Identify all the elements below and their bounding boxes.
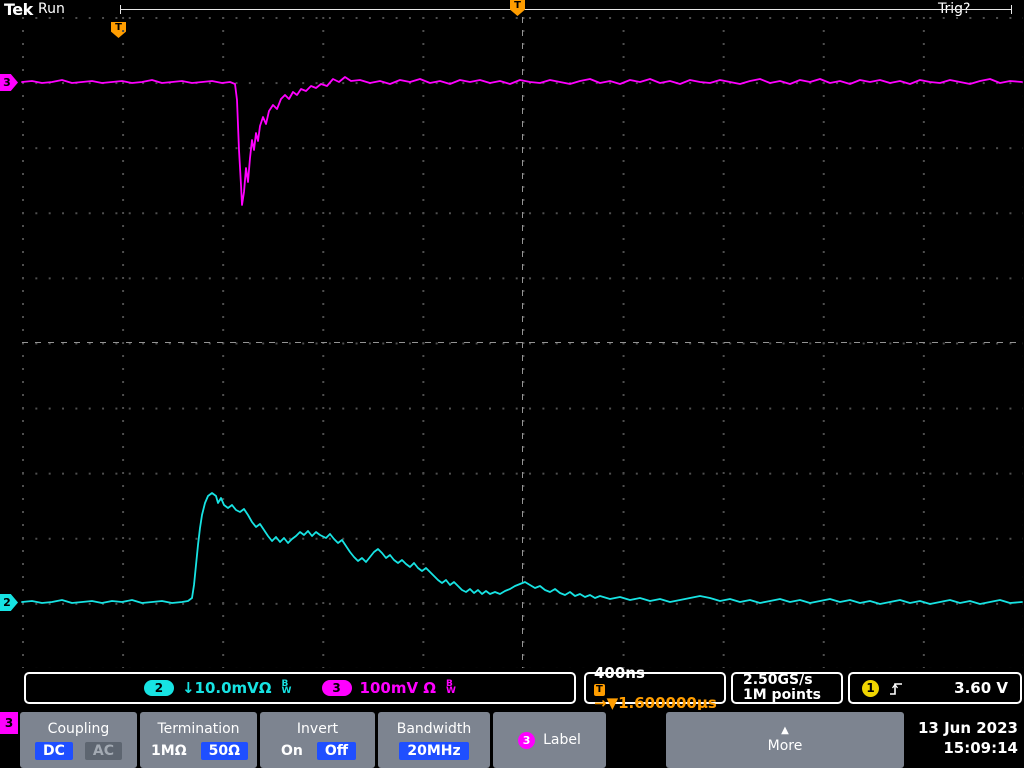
trigger-readout-box: 1 3.60 V [848, 672, 1022, 704]
horizontal-readout-box: 400ns T→▼1.600000µs [584, 666, 726, 711]
invert-on-option[interactable]: On [279, 742, 305, 760]
ch2-badge: 2 [143, 680, 174, 696]
bandwidth-label: Bandwidth [396, 720, 472, 737]
termination-label: Termination [157, 720, 240, 737]
bandwidth-20mhz-option[interactable]: 20MHz [399, 741, 469, 760]
acquisition-readout-box: 2.50GS/s 1M points [731, 672, 843, 704]
more-up-arrow-icon: ▲ [781, 725, 789, 736]
coupling-label: Coupling [47, 720, 110, 737]
menu-channel-tab: 3 [0, 712, 18, 734]
ch2-bandwidth-limit-icon: BW [281, 679, 292, 696]
invert-off-option[interactable]: Off [316, 741, 357, 760]
horizontal-delay-readout: T→▼1.600000µs [594, 684, 717, 712]
ch2-scale-readout: ↓10.0mVΩ [181, 679, 272, 697]
sample-rate-readout: 2.50GS/s [743, 672, 813, 688]
coupling-ac-option[interactable]: AC [84, 741, 122, 760]
timebase-readout: 400ns [594, 664, 645, 682]
record-length-readout: 1M points [743, 687, 821, 703]
graticule-center-horizontal-line [22, 342, 1023, 343]
date-display: 13 Jun 2023 [917, 719, 1018, 737]
ch3-position-marker[interactable]: 3 [0, 74, 18, 91]
label-menu-button[interactable]: 3 Label [493, 712, 606, 768]
trigger-source-badge: 1 [862, 679, 879, 697]
channel-readouts-box: 2 ↓10.0mVΩ BW 3 100mV Ω BW [24, 672, 576, 704]
bottom-menu-bar: 3 Coupling DC AC Termination 1MΩ 50Ω Inv… [0, 710, 1024, 768]
invert-label: Invert [296, 720, 339, 737]
datetime-display: 13 Jun 2023 15:09:14 [918, 718, 1018, 758]
label-channel-badge: 3 [518, 731, 536, 749]
record-view-bar [120, 9, 1012, 10]
record-view-right-tick [1011, 5, 1012, 14]
time-display: 15:09:14 [943, 739, 1018, 757]
trigger-position-marker-icon[interactable]: T [510, 0, 525, 16]
more-menu-button[interactable]: ▲ More [666, 712, 904, 768]
record-view-left-tick [120, 5, 121, 14]
termination-50ohm-option[interactable]: 50Ω [200, 741, 248, 760]
trigger-level-readout: 3.60 V [954, 679, 1008, 697]
coupling-menu-button[interactable]: Coupling DC AC [20, 712, 137, 768]
ch3-bandwidth-limit-icon: BW [446, 679, 456, 696]
ch2-position-marker[interactable]: 2 [0, 594, 18, 611]
rising-edge-icon [890, 682, 902, 695]
ch3-badge: 3 [321, 680, 352, 696]
acquisition-status: Run [38, 1, 65, 17]
termination-menu-button[interactable]: Termination 1MΩ 50Ω [140, 712, 257, 768]
termination-1mohm-option[interactable]: 1MΩ [149, 742, 189, 760]
invert-menu-button[interactable]: Invert On Off [260, 712, 375, 768]
ch3-scale-readout: 100mV Ω [359, 679, 437, 697]
label-button-text: Label [543, 732, 581, 748]
coupling-dc-option[interactable]: DC [34, 741, 73, 760]
graticule [22, 17, 1023, 668]
more-button-text: More [767, 738, 803, 754]
bandwidth-menu-button[interactable]: Bandwidth 20MHz [378, 712, 490, 768]
